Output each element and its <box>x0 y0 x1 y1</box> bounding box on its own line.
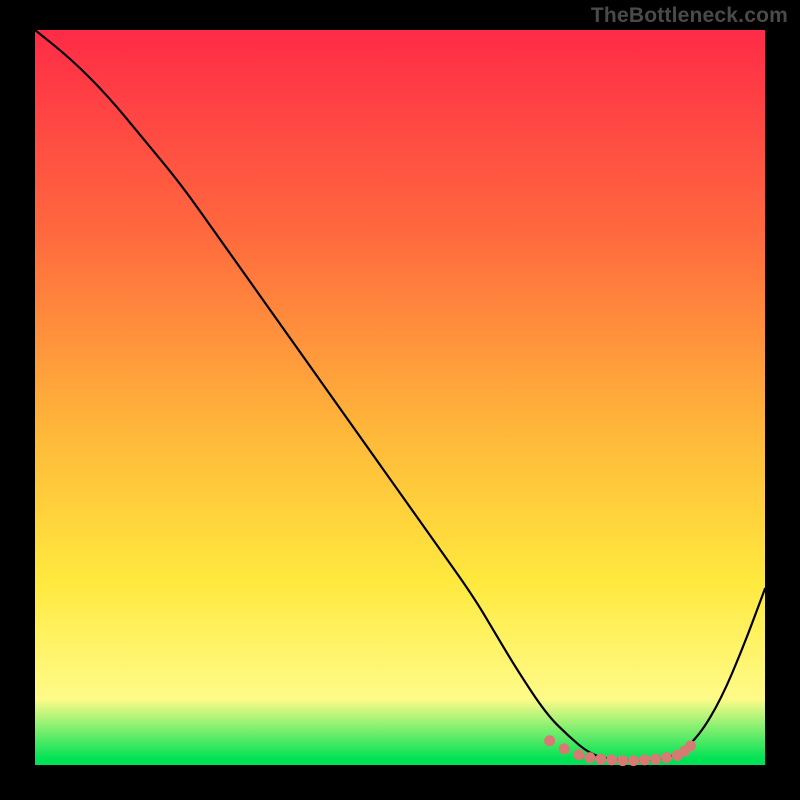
optimal-dot <box>617 755 628 766</box>
optimal-dot <box>544 735 555 746</box>
optimal-dot <box>661 752 672 763</box>
optimal-dot <box>595 754 606 765</box>
bottleneck-chart <box>0 0 800 800</box>
optimal-dot <box>685 740 696 751</box>
optimal-dot <box>639 754 650 765</box>
chart-frame: TheBottleneck.com <box>0 0 800 800</box>
optimal-dot <box>584 752 595 763</box>
optimal-dot <box>650 754 661 765</box>
optimal-dot <box>559 743 570 754</box>
optimal-dot <box>628 755 639 766</box>
optimal-dot <box>573 749 584 760</box>
optimal-dot <box>606 754 617 765</box>
watermark-text: TheBottleneck.com <box>591 4 788 28</box>
